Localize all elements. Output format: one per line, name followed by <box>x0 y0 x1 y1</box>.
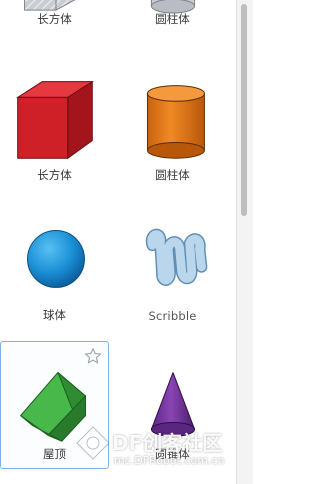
shape-label: 圆柱体 <box>155 168 190 182</box>
box-icon <box>16 80 94 160</box>
scrollbar-thumb[interactable] <box>241 4 247 216</box>
shape-label: 屋顶 <box>43 447 66 461</box>
shape-label: 长方体 <box>37 12 72 26</box>
scribble-icon <box>145 228 208 286</box>
shape-tile-cylinder-gray[interactable]: 圆柱体 <box>118 0 227 34</box>
sphere-icon <box>27 230 85 288</box>
shape-label: Scribble <box>148 309 197 323</box>
shape-tile-cone[interactable]: 圆锥体 <box>118 341 227 469</box>
shape-label: 长方体 <box>37 168 72 182</box>
cylinder-icon <box>146 85 205 159</box>
shape-tile-sphere[interactable]: 球体 <box>0 202 109 330</box>
shape-label: 圆锥体 <box>155 447 190 461</box>
shape-tile-box-gray[interactable]: 长方体 <box>0 0 109 34</box>
shape-label: 圆柱体 <box>155 12 190 26</box>
shape-label: 球体 <box>43 308 66 322</box>
cone-icon <box>150 372 196 437</box>
shape-library-panel: 长方体 圆柱体 长方体 圆柱体 球体 Scribble 屋顶 圆锥体 <box>0 0 236 484</box>
shape-tile-cylinder[interactable]: 圆柱体 <box>118 62 227 190</box>
shape-tile-box[interactable]: 长方体 <box>0 62 109 190</box>
shape-tile-scribble[interactable]: Scribble <box>118 202 227 330</box>
roof-icon <box>19 371 87 442</box>
shape-tile-roof[interactable]: 屋顶 <box>0 341 109 469</box>
